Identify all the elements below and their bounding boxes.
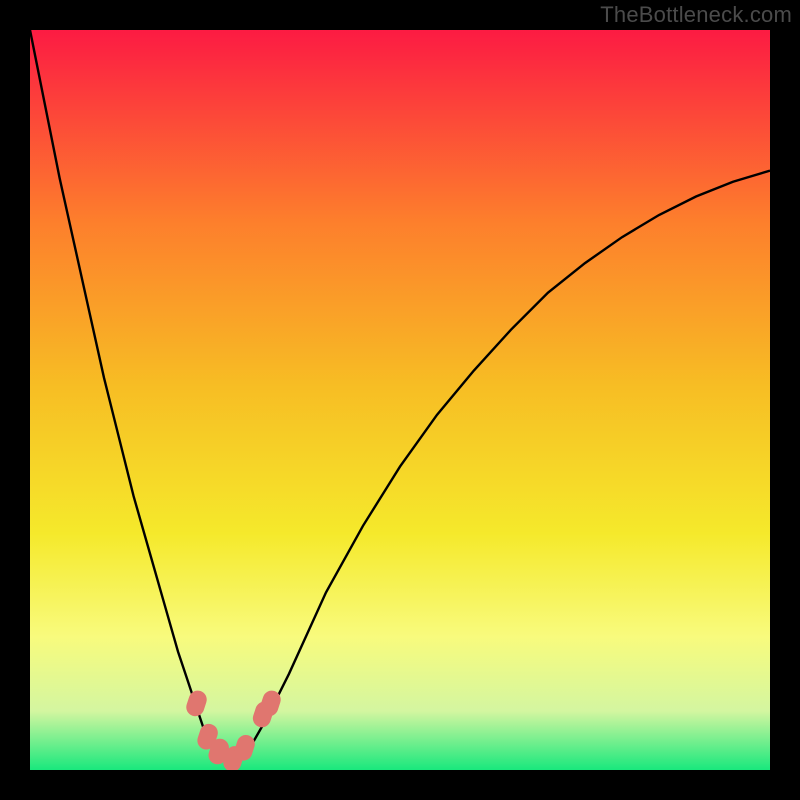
gradient-background	[30, 30, 770, 770]
bottleneck-chart	[30, 30, 770, 770]
plot-area	[30, 30, 770, 770]
watermark-text: TheBottleneck.com	[600, 2, 792, 28]
chart-frame: TheBottleneck.com	[0, 0, 800, 800]
